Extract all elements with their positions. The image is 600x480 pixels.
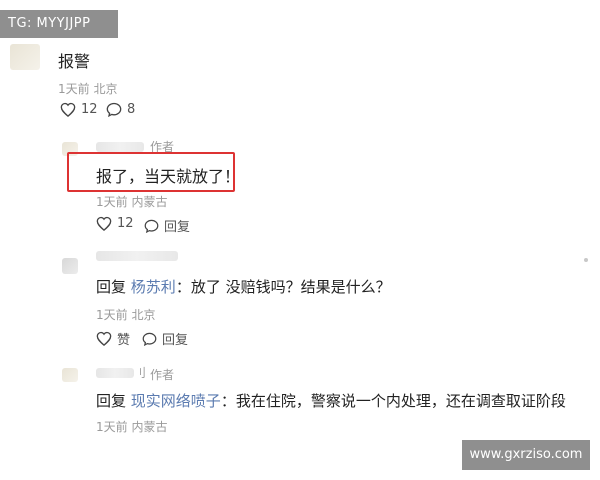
reply-text: 回复 杨苏利：放了 没赔钱吗？结果是什么？ xyxy=(96,276,391,297)
comment-meta: 1天前 北京 xyxy=(58,82,118,96)
reply-count: 8 xyxy=(127,102,136,117)
like-count: 12 xyxy=(117,216,134,231)
comment-bubble-icon xyxy=(106,102,122,117)
like-button[interactable]: 12 xyxy=(60,102,98,117)
avatar[interactable] xyxy=(10,44,40,70)
reply-label: 回复 xyxy=(164,220,191,235)
like-label: 赞 xyxy=(117,333,131,348)
author-name-suffix: 刂 xyxy=(134,366,147,380)
author-tag: 作者 xyxy=(150,368,175,382)
reply-label: 回复 xyxy=(162,333,189,348)
watermark-badge-bottom: www.gxrziso.com xyxy=(462,440,590,470)
like-button[interactable]: 赞 xyxy=(96,329,130,348)
avatar[interactable] xyxy=(62,258,78,274)
reply-meta: 1天前 内蒙古 xyxy=(96,195,168,209)
watermark-badge-top: TG: MYYJJPP xyxy=(0,10,118,38)
reply-count-button[interactable]: 8 xyxy=(106,102,135,117)
heart-icon xyxy=(96,331,112,346)
avatar[interactable] xyxy=(62,368,78,382)
like-button[interactable]: 12 xyxy=(96,216,134,231)
reply-meta: 1天前 内蒙古 xyxy=(96,420,168,434)
comment-bubble-icon xyxy=(144,219,159,233)
reply-button[interactable]: 回复 xyxy=(142,329,188,348)
reply-meta: 1天前 北京 xyxy=(96,308,156,322)
reply-prefix: 回复 xyxy=(96,392,127,410)
reply-text: 报了，当天就放了！ xyxy=(96,167,241,186)
heart-icon xyxy=(96,216,112,231)
reply-body: ：放了 没赔钱吗？结果是什么？ xyxy=(175,278,391,296)
reply-button[interactable]: 回复 xyxy=(144,216,190,235)
reply-prefix: 回复 xyxy=(96,278,127,296)
author-name-blurred[interactable] xyxy=(96,142,144,152)
comment-bubble-icon xyxy=(142,332,157,346)
author-name-blurred[interactable] xyxy=(96,368,134,378)
user-name-blurred[interactable] xyxy=(96,251,178,261)
reply-body: ：我在住院，警察说一个内处理，还在调查取证阶段 xyxy=(220,392,566,410)
reply-target-user[interactable]: 现实网络喷子 xyxy=(131,392,221,410)
comment-text: 报警 xyxy=(58,52,91,71)
reply-target-user[interactable]: 杨苏利 xyxy=(131,278,176,296)
reply-text: 回复 现实网络喷子：我在住院，警察说一个内处理，还在调查取证阶段 xyxy=(96,390,566,411)
like-count: 12 xyxy=(81,102,98,117)
heart-icon xyxy=(60,102,76,117)
more-options-icon[interactable] xyxy=(584,258,588,262)
